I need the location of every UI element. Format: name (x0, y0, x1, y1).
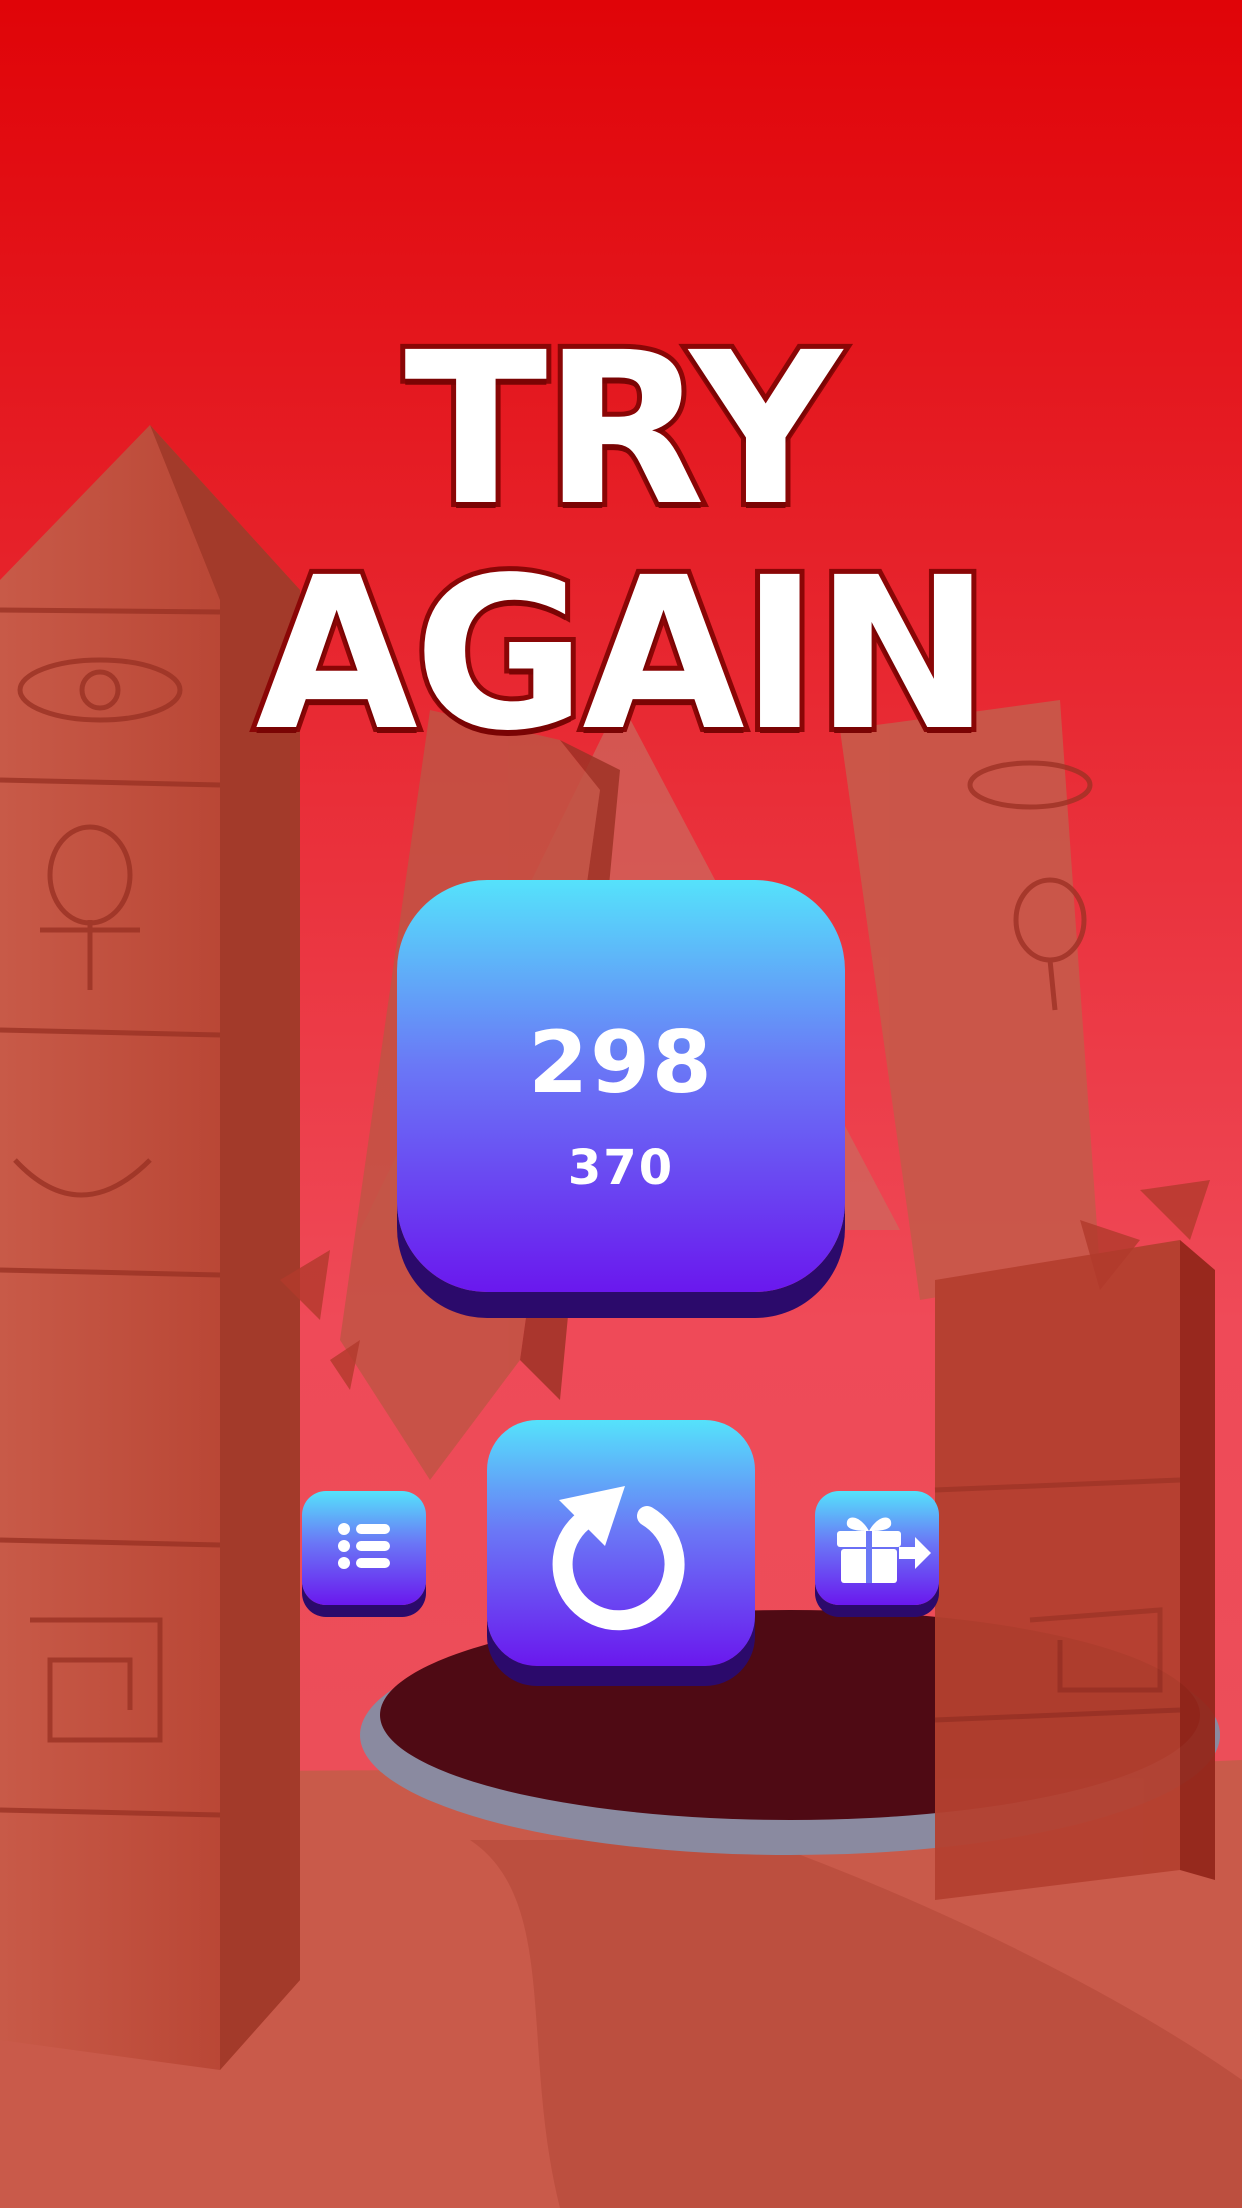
title-again: AGAIN (250, 532, 995, 777)
retry-button[interactable] (487, 1420, 755, 1666)
list-icon (338, 1523, 390, 1569)
restart-arrow-icon (552, 1486, 685, 1631)
leaderboard-button[interactable] (302, 1491, 426, 1605)
best-score: 370 (567, 1140, 675, 1196)
title-try: TRY (399, 307, 847, 552)
gift-icon (837, 1517, 931, 1583)
gift-button[interactable] (815, 1491, 939, 1605)
score-card: 298 370 (397, 880, 845, 1292)
current-score: 298 (528, 1013, 714, 1113)
